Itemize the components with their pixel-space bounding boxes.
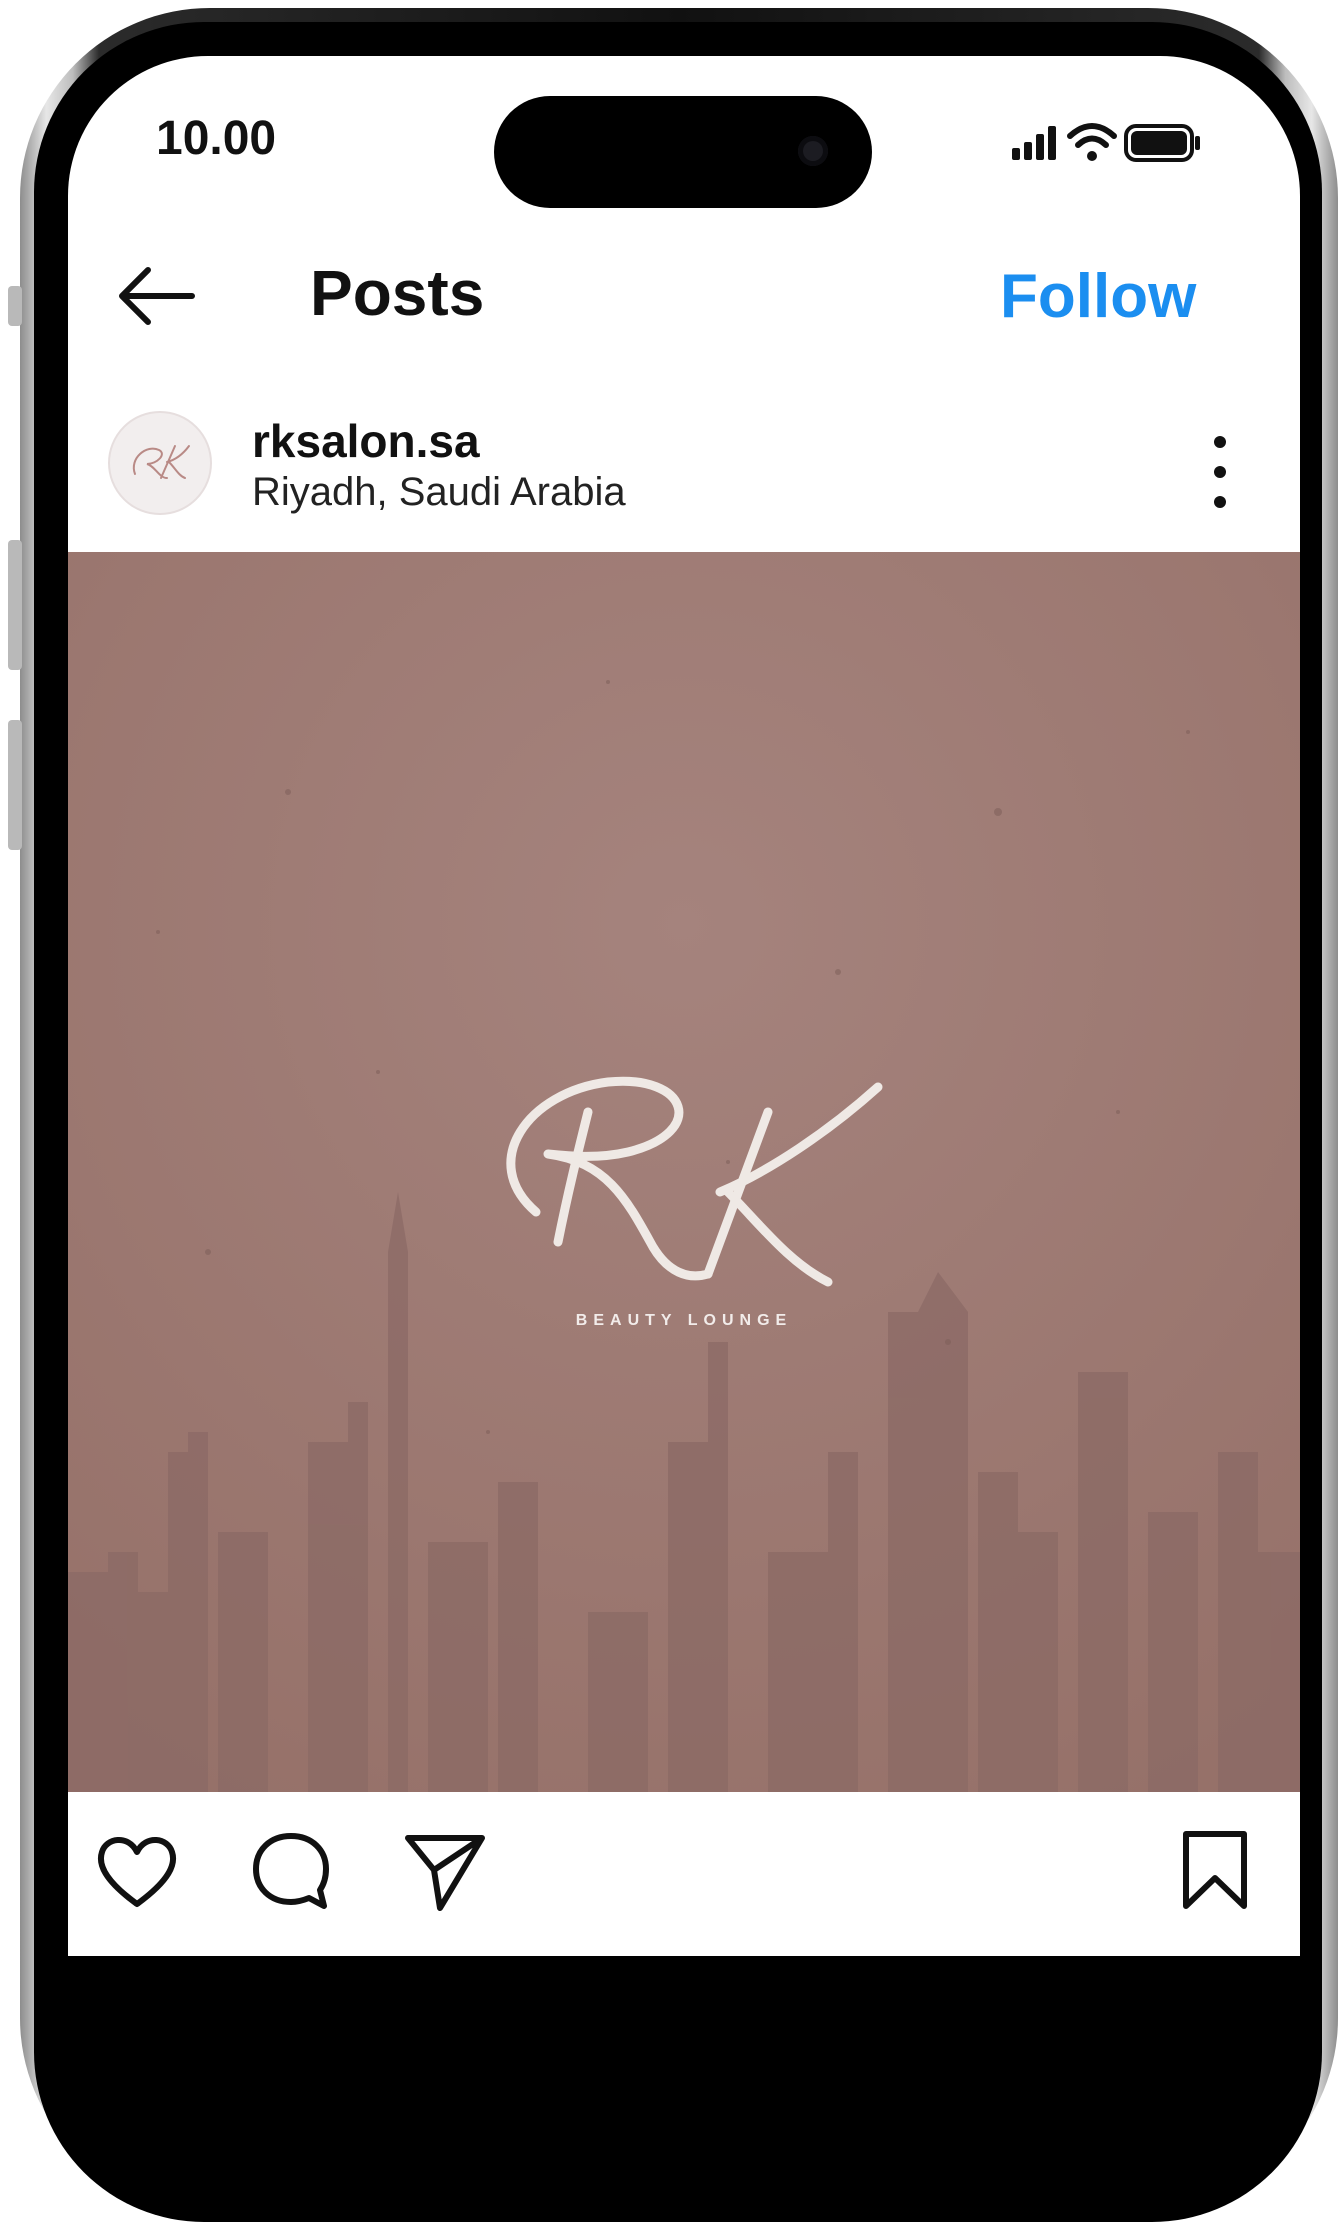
post-location[interactable]: Riyadh, Saudi Arabia	[252, 470, 626, 515]
bookmark-icon[interactable]	[1172, 1828, 1258, 1914]
volume-down-button	[8, 720, 22, 850]
page-title: Posts	[310, 257, 485, 329]
post-username[interactable]: rksalon.sa	[252, 414, 480, 468]
status-time: 10.00	[156, 112, 277, 165]
wifi-icon	[1067, 123, 1117, 148]
signal-icon	[1012, 126, 1056, 160]
camera-icon	[798, 136, 828, 166]
screen: 10.00 Posts Follow rksalon.sa Riyadh, Sa…	[68, 56, 1300, 1956]
volume-up-button	[8, 540, 22, 670]
post-artwork	[68, 552, 1300, 1792]
brand-tagline: BEAUTY LOUNGE	[575, 1312, 793, 1329]
dynamic-island	[494, 96, 872, 208]
share-icon[interactable]	[402, 1828, 488, 1914]
follow-button[interactable]: Follow	[1000, 261, 1196, 332]
battery-icon	[1124, 124, 1200, 162]
back-arrow-icon[interactable]	[114, 266, 198, 326]
status-icons	[1012, 123, 1200, 162]
post-image[interactable]: BEAUTY LOUNGE	[68, 552, 1300, 1792]
more-options-icon[interactable]	[1208, 432, 1232, 512]
action-button	[8, 286, 22, 326]
wifi-dot	[1087, 151, 1097, 161]
comment-icon[interactable]	[248, 1828, 334, 1914]
rk-logo-icon	[132, 445, 190, 479]
like-icon[interactable]	[94, 1828, 180, 1914]
avatar[interactable]	[108, 411, 212, 515]
